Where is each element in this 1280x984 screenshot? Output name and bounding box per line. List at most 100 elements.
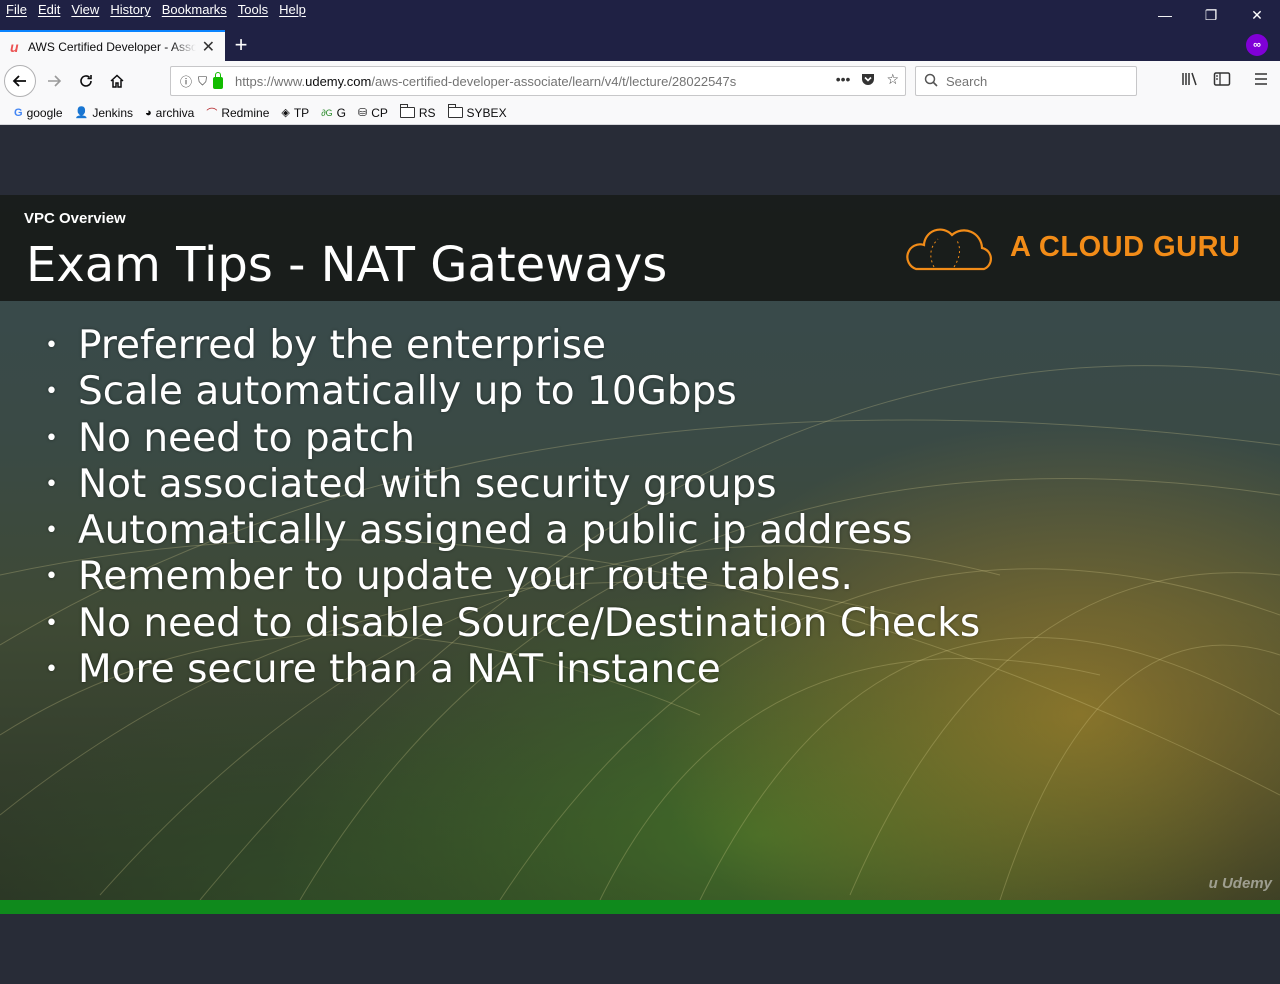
bullet-dot: • [45,379,58,405]
tp-icon: ◈ [281,107,290,119]
bookmark-star-icon[interactable]: ☆ [886,71,899,90]
bookmark-g[interactable]: ∂G G [321,106,346,120]
menu-file[interactable]: File [6,2,27,17]
bookmark-label: CP [371,105,388,120]
info-icon[interactable]: ⓘ [180,73,192,90]
menu-bookmarks[interactable]: Bookmarks [162,2,227,17]
video-progress-fill [0,900,1280,914]
close-tab-icon[interactable]: ✕ [202,37,215,57]
new-tab-button[interactable]: + [230,32,252,58]
bullet-item: • Remember to update your route tables. [40,554,980,600]
search-icon [924,73,938,90]
back-arrow-icon [12,75,26,87]
reload-icon [80,75,92,87]
tab-strip: u AWS Certified Developer - Associate ✕ … [0,30,1280,61]
minimize-button[interactable]: — [1142,0,1188,30]
bullet-dot: • [45,518,58,544]
library-icon[interactable] [1181,71,1199,92]
bookmark-tp[interactable]: ◈ TP [281,106,309,120]
udemy-watermark-icon: u [1208,875,1222,892]
bullet-dot: • [45,425,58,451]
menu-view[interactable]: View [71,2,99,17]
archiva-icon: ◕ [145,106,152,119]
bullet-item: • Not associated with security groups [40,462,980,508]
slide-header: VPC Overview Exam Tips - NAT Gateways A … [0,195,1280,301]
bookmark-jenkins[interactable]: 👤 Jenkins [75,106,133,120]
bullet-text: Remember to update your route tables. [78,554,853,600]
bookmark-label: archiva [155,105,195,120]
bookmark-label: TP [293,105,310,120]
video-progress-bar[interactable] [0,900,1280,914]
page-actions-icon[interactable]: ••• [836,71,851,90]
page-content: VPC Overview Exam Tips - NAT Gateways A … [0,125,1280,984]
section-title: VPC Overview [24,210,126,227]
url-text[interactable]: https://www.udemy.com/aws-certified-deve… [235,74,783,89]
folder-icon [447,104,463,118]
menu-history[interactable]: History [110,2,150,17]
bookmark-sybex[interactable]: SYBEX [447,104,507,120]
jenkins-icon: 👤 [74,107,89,119]
tab-udemy[interactable]: u AWS Certified Developer - Associate ✕ [0,30,225,61]
bullet-item: • No need to disable Source/Destination C… [40,601,980,647]
search-box[interactable]: Search [915,66,1137,96]
menu-help[interactable]: Help [279,2,306,17]
forward-arrow-icon [48,75,62,87]
bullet-dot: • [45,333,58,358]
url-domain: udemy.com [305,73,372,89]
watermark-text: Udemy [1221,875,1272,892]
search-placeholder: Search [946,73,988,89]
bookmark-label: google [26,105,63,120]
tracking-shield-icon[interactable]: ⛉ [198,74,207,89]
bullet-text: No need to patch [78,415,415,461]
video-player[interactable]: VPC Overview Exam Tips - NAT Gateways A … [0,195,1280,900]
menu-bar: File Edit View History Bookmarks Tools H… [0,0,1280,30]
bookmark-redmine[interactable]: ⌒ Redmine [206,105,269,121]
bullet-list: • Preferred by the enterprise • Scale auto… [40,323,980,693]
g-icon: ∂G [321,107,333,118]
private-browsing-icon: ∞ [1246,34,1268,56]
bookmark-rs[interactable]: RS [399,104,436,120]
bullet-text: Scale automatically up to 10Gbps [78,369,737,415]
bookmark-label: G [336,105,346,120]
lock-icon[interactable] [213,72,224,89]
slide-title: Exam Tips - NAT Gateways [26,237,668,293]
cloud-logo-icon [906,228,992,271]
close-window-button[interactable]: ✕ [1234,0,1280,30]
bookmark-archiva[interactable]: ◕ archiva [145,106,194,120]
pocket-icon[interactable] [860,71,876,90]
bookmark-cp[interactable]: ⛁ CP [358,106,388,120]
sidebar-icon[interactable] [1213,71,1231,92]
bullet-text: More secure than a NAT instance [78,647,721,693]
bullet-dot: • [45,564,58,590]
udemy-icon: u [10,38,19,55]
home-icon [110,74,124,88]
bullet-text: Not associated with security groups [78,461,777,507]
google-icon: G [14,106,23,119]
menu-hamburger-icon[interactable] [1253,71,1269,92]
forward-button[interactable] [38,65,70,97]
url-bar[interactable]: ⓘ ⛉ https://www.udemy.com/aws-certified-… [170,66,906,96]
udemy-watermark: u Udemy [1209,875,1272,892]
bullet-item: • No need to patch [40,416,980,462]
restore-button[interactable]: ❐ [1188,0,1234,30]
url-actions: ••• ☆ [836,71,899,90]
bookmark-google[interactable]: Ggoogle [14,106,63,120]
reload-button[interactable] [70,65,102,97]
bookmark-label: Redmine [221,105,270,120]
url-path: /aws-certified-developer-associate/learn… [371,73,737,89]
bullet-item: • More secure than a NAT instance [40,647,980,693]
cp-icon: ⛁ [357,107,368,119]
bullet-dot: • [45,471,58,497]
bookmark-label: Jenkins [92,105,133,120]
bullet-text: Preferred by the enterprise [78,323,607,368]
home-button[interactable] [101,65,133,97]
tab-title: AWS Certified Developer - Associate [28,39,196,54]
menu-edit[interactable]: Edit [38,2,60,17]
window-controls: — ❐ ✕ [1142,0,1280,30]
brand-text: A CLOUD GURU [1010,230,1241,263]
bullet-dot: • [45,657,58,683]
redmine-icon: ⌒ [206,107,218,120]
menu-tools[interactable]: Tools [238,2,268,17]
back-button[interactable] [4,65,36,97]
bookmark-label: RS [418,105,436,120]
